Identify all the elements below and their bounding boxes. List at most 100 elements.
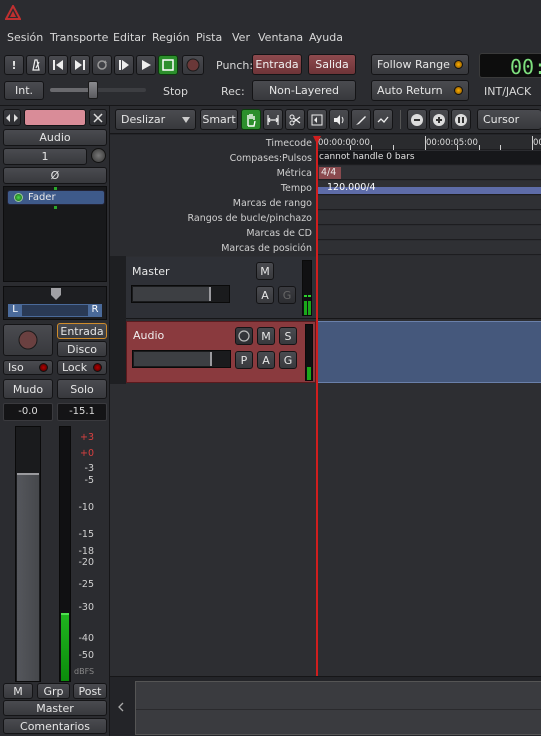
master-automation-button[interactable]: A (256, 286, 274, 304)
draw-tool-button[interactable] (351, 109, 371, 130)
panner[interactable]: L R (3, 286, 107, 320)
location-markers-ruler[interactable] (317, 241, 541, 255)
group-button[interactable]: Grp (37, 683, 70, 699)
track-canvas[interactable] (110, 256, 541, 676)
gain-fader[interactable] (15, 426, 41, 682)
ruler-label-meter[interactable]: Métrica (277, 168, 312, 179)
playhead[interactable] (316, 136, 318, 676)
stop-button[interactable] (158, 55, 178, 75)
primary-clock[interactable]: 00: (479, 53, 541, 79)
audio-track-lane[interactable] (317, 321, 541, 383)
sync-source-label[interactable]: INT/JACK (484, 85, 531, 98)
processor-box[interactable]: Fader (3, 186, 107, 282)
master-track-header[interactable]: Master M A G (126, 257, 316, 319)
monitor-disk-button[interactable]: Disco (57, 341, 107, 357)
timecode-ruler[interactable]: 00:00:00:00 00:00:05:00 00:00:1 (317, 136, 541, 150)
menu-transport[interactable]: Transporte (50, 31, 108, 44)
ruler-label-range[interactable]: Marcas de rango (233, 198, 312, 209)
audio-solo-button[interactable]: S (279, 327, 297, 345)
record-button[interactable] (182, 55, 204, 75)
zoom-out-button[interactable] (407, 109, 427, 130)
solo-lock-button[interactable]: Lock (57, 360, 107, 375)
smart-mode-button[interactable]: Smart (200, 109, 238, 130)
track-name[interactable]: Master (132, 265, 170, 278)
session-summary[interactable] (135, 681, 541, 735)
tempo-ruler[interactable]: 120.000/4 (317, 181, 541, 195)
punch-out-button[interactable]: Salida (308, 54, 356, 75)
audio-track-header[interactable]: Audio M S P A G (126, 321, 316, 383)
meter-position-button[interactable]: Post (73, 683, 107, 699)
ruler-label-location[interactable]: Marcas de posición (221, 243, 312, 254)
input-button[interactable]: 1 (3, 148, 87, 165)
playhead-marker-icon[interactable] (313, 136, 321, 144)
phase-invert-button[interactable]: Ø (3, 167, 107, 184)
edit-mode-dropdown[interactable]: Deslizar (115, 109, 196, 130)
cut-tool-button[interactable] (285, 109, 305, 130)
zoom-focus-dropdown[interactable]: Cursor (477, 109, 541, 130)
meter-marker[interactable]: 4/4 (319, 167, 341, 179)
menu-region[interactable]: Región (152, 31, 190, 44)
master-group-button[interactable]: G (278, 286, 296, 304)
range-tool-button[interactable] (263, 109, 283, 130)
internal-sync-button[interactable]: Int. (4, 81, 44, 100)
menu-session[interactable]: Sesión (7, 31, 43, 44)
solo-isolate-button[interactable]: Iso (3, 360, 53, 375)
punch-in-button[interactable]: Entrada (252, 54, 302, 75)
strip-name-button[interactable]: Audio (3, 129, 107, 146)
tempo-marker[interactable]: 120.000/4 (327, 182, 376, 193)
fader-processor-led[interactable] (14, 193, 23, 202)
output-button[interactable]: Master (3, 700, 107, 716)
content-tool-button[interactable] (373, 109, 393, 130)
shuttle-slider[interactable] (50, 81, 146, 99)
play-button[interactable] (136, 55, 156, 75)
menu-edit[interactable]: Editar (113, 31, 146, 44)
audio-automation-button[interactable]: A (257, 351, 275, 369)
ruler-label-bbt[interactable]: Compases:Pulsos (230, 153, 312, 164)
menu-view[interactable]: Ver (232, 31, 250, 44)
menu-track[interactable]: Pista (196, 31, 222, 44)
track-name[interactable]: Audio (133, 329, 164, 342)
play-range-button[interactable] (92, 55, 112, 75)
menu-window[interactable]: Ventana (258, 31, 303, 44)
stretch-tool-button[interactable] (307, 109, 327, 130)
bbt-ruler[interactable]: cannot handle 0 bars (317, 151, 541, 165)
follow-range-button[interactable]: Follow Range (371, 54, 469, 75)
shuttle-handle[interactable] (88, 81, 98, 99)
goto-start-button[interactable] (48, 55, 68, 75)
audio-gain-slider[interactable] (132, 350, 231, 368)
metronome-button[interactable] (26, 55, 46, 75)
ruler-label-timecode[interactable]: Timecode (266, 138, 312, 149)
solo-button[interactable]: Solo (57, 379, 107, 399)
grab-tool-button[interactable] (241, 109, 261, 130)
strip-width-button[interactable] (3, 109, 21, 126)
goto-end-button[interactable] (70, 55, 90, 75)
meter-point-button[interactable]: M (3, 683, 33, 699)
input-trim-knob[interactable] (91, 148, 106, 163)
gain-display[interactable]: -0.0 (3, 403, 53, 421)
play-selection-button[interactable] (114, 55, 134, 75)
master-gain-slider[interactable] (131, 285, 230, 303)
monitor-input-button[interactable]: Entrada (57, 323, 107, 339)
master-track-lane[interactable] (317, 257, 541, 319)
strip-color-swatch[interactable] (24, 109, 86, 126)
comments-button[interactable]: Comentarios (3, 718, 107, 734)
ruler-label-loop[interactable]: Rangos de bucle/pinchazo (188, 213, 312, 224)
range-markers-ruler[interactable] (317, 196, 541, 210)
peak-display[interactable]: -15.1 (57, 403, 107, 421)
audio-playlist-button[interactable]: P (235, 351, 253, 369)
summary-collapse-button[interactable] (110, 677, 132, 736)
ruler-label-tempo[interactable]: Tempo (281, 183, 312, 194)
menu-help[interactable]: Ayuda (309, 31, 343, 44)
zoom-in-button[interactable] (429, 109, 449, 130)
audio-group-button[interactable]: G (279, 351, 297, 369)
zoom-to-session-button[interactable] (451, 109, 471, 130)
meter-ruler[interactable]: 4/4 (317, 166, 541, 180)
strip-close-button[interactable] (89, 109, 107, 126)
ruler-label-cd[interactable]: Marcas de CD (246, 228, 312, 239)
record-mode-button[interactable]: Non-Layered (252, 80, 356, 101)
loop-punch-ruler[interactable] (317, 211, 541, 225)
cd-markers-ruler[interactable] (317, 226, 541, 240)
audition-tool-button[interactable] (329, 109, 349, 130)
fader-processor[interactable]: Fader (7, 190, 105, 205)
panic-button[interactable]: ! (4, 55, 24, 75)
